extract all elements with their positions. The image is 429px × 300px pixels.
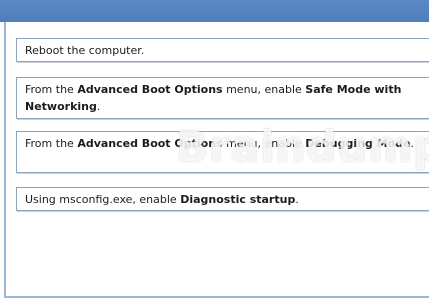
- option-text: .: [96, 100, 101, 113]
- option-text: .: [410, 137, 414, 150]
- option-emphasis: Diagnostic startup: [180, 193, 296, 206]
- option-emphasis: Advanced Boot Options: [77, 137, 223, 150]
- window-title-bar: [0, 0, 429, 22]
- option-emphasis: Advanced Boot Options: [77, 83, 223, 96]
- option-text: menu, enable: [222, 137, 306, 150]
- option-emphasis: Debugging Mode: [305, 137, 411, 150]
- option-debugging-mode[interactable]: From the Advanced Boot Options menu, ena…: [16, 131, 429, 173]
- option-safe-mode-networking[interactable]: From the Advanced Boot Options menu, ena…: [16, 77, 429, 119]
- option-text: menu, enable: [222, 83, 306, 96]
- option-reboot[interactable]: Reboot the computer.: [16, 38, 429, 62]
- option-reboot-text: Reboot the computer.: [25, 44, 145, 57]
- option-text: From the: [25, 83, 78, 96]
- option-text: Using msconfig.exe, enable: [25, 193, 181, 206]
- option-text: From the: [25, 137, 78, 150]
- option-text: .: [295, 193, 299, 206]
- option-diagnostic-startup[interactable]: Using msconfig.exe, enable Diagnostic st…: [16, 187, 429, 211]
